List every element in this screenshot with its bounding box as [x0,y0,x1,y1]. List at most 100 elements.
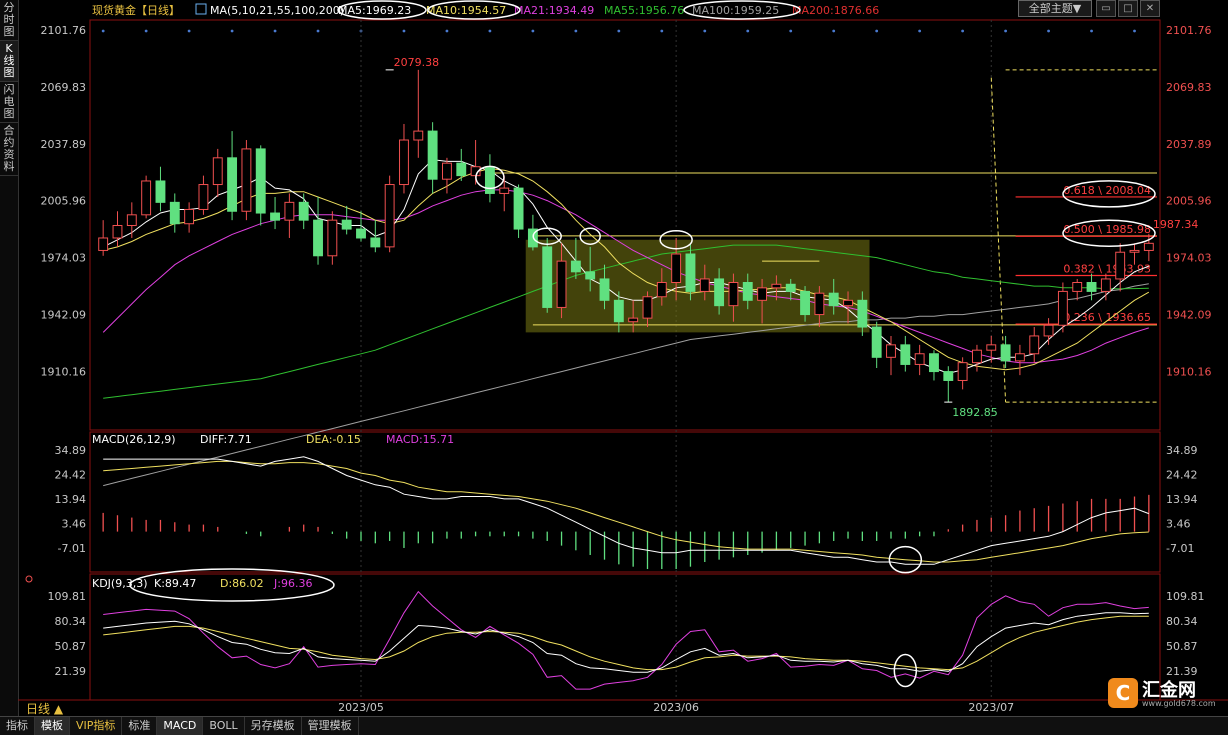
event-dot [789,29,793,33]
candle-up [972,349,982,364]
fib-level-label: 0.382 \ 1963.93 [1063,263,1151,276]
y-tick-label: 2037.89 [41,138,87,151]
macd-y-tick: 34.89 [55,444,87,457]
bottom-tab[interactable]: 标准 [122,717,158,735]
event-dot [703,29,707,33]
candle-down [298,201,309,221]
y-tick-label: 1942.09 [41,308,87,321]
candle-down [871,326,882,358]
kdj-y-tick: 50.87 [55,640,87,653]
diff-line [103,456,1149,565]
pane-frame [89,431,1161,573]
theme-select[interactable]: 全部主题▼ [1018,0,1092,17]
candle-up [728,282,739,307]
candle-up [986,344,997,351]
event-dot [918,29,922,33]
candle-up [1115,251,1126,280]
event-dot [1004,29,1007,33]
period-label[interactable]: 日线 ▲ [26,700,63,717]
candle-up [656,282,667,298]
candle-up [399,139,409,186]
candle-up [1057,290,1068,326]
candle-down [227,157,238,212]
maximize-icon[interactable]: □ [1118,0,1138,17]
macd-y-tick: 3.46 [62,518,87,531]
macd-legend-item: DIFF:7.71 [200,433,252,446]
pane-frame [89,573,1161,701]
event-dot [660,29,664,33]
close-icon[interactable]: ✕ [1140,0,1160,17]
event-dot [402,29,406,33]
candle-up [126,214,137,227]
bottom-tab[interactable]: VIP指标 [70,717,123,735]
macd-y-tick-right: 34.89 [1166,444,1198,457]
settings-icon [25,575,33,583]
y-tick-label-right: 2005.96 [1166,195,1212,208]
candle-down [542,246,553,308]
kdj-d-line [103,615,1149,671]
event-dot [746,29,750,33]
candle-down [742,282,753,301]
event-dot [316,29,320,33]
candle-down [169,201,180,225]
candle-down [900,344,911,365]
logo: C 汇金网 www.gold678.com [1108,676,1226,712]
event-dot [445,29,449,33]
y-tick-label-right: 1910.16 [1166,365,1212,378]
candle-down [570,260,581,273]
candle-down [785,283,796,292]
dea-line [103,460,1149,563]
event-dot [1090,29,1093,33]
candle-down [313,219,323,257]
macd-y-tick: 24.42 [55,468,87,481]
candle-down [599,278,610,301]
event-dot [531,29,535,33]
event-dot [961,29,965,33]
bottom-tab[interactable]: 模板 [35,717,70,735]
bottom-tab[interactable]: MACD [157,717,204,735]
candle-up [757,287,768,301]
candle-up [198,184,209,210]
ma-legend-item: MA5:1969.23 [338,4,411,17]
ma-legend-item: MA(5,10,21,55,100,200) [210,4,344,17]
kdj-j-line [103,590,1149,690]
candle-down [270,212,280,221]
low-label: 1892.85 [952,406,998,419]
macd-legend-item: MACD:15.71 [386,433,454,446]
candle-down [484,166,495,194]
y-tick-label-right: 2069.83 [1166,81,1212,94]
candle-up [1129,249,1140,253]
candle-up [556,260,567,308]
y-tick-label: 2069.83 [41,81,87,94]
candle-up [212,157,223,186]
candle-down [155,180,166,203]
bottom-tab[interactable]: BOLL [203,717,245,735]
candle-up [241,148,252,212]
candle-up [1029,335,1040,355]
candle-up [327,219,338,257]
macd-y-tick-right: 13.94 [1166,493,1198,506]
kdj-y-tick-right: 50.87 [1166,640,1198,653]
event-dot [574,29,578,33]
candle-down [714,278,725,307]
fib-level-label: 0.618 \ 2008.04 [1063,184,1151,197]
high-label: 2079.38 [394,56,440,69]
candle-up [699,278,710,292]
candle-down [356,228,366,239]
bottom-tab[interactable]: 另存模板 [245,717,302,735]
ma-legend-item: MA200:1876.66 [792,4,879,17]
ma-legend-item: MA21:1934.49 [514,4,594,17]
event-dot [832,29,836,33]
candle-up [628,317,639,323]
kdj-y-tick-right: 109.81 [1166,590,1205,603]
candle-up [886,344,896,358]
event-dot [488,29,492,33]
event-dot [617,29,621,33]
restore-icon[interactable]: ▭ [1096,0,1116,17]
candle-up [141,180,152,216]
pane-frame [89,19,1161,431]
bottom-tab[interactable]: 指标 [0,717,35,735]
candle-up [814,292,825,316]
bottom-tab[interactable]: 管理模板 [302,717,359,735]
ma-legend-item: MA100:1959.25 [692,4,779,17]
